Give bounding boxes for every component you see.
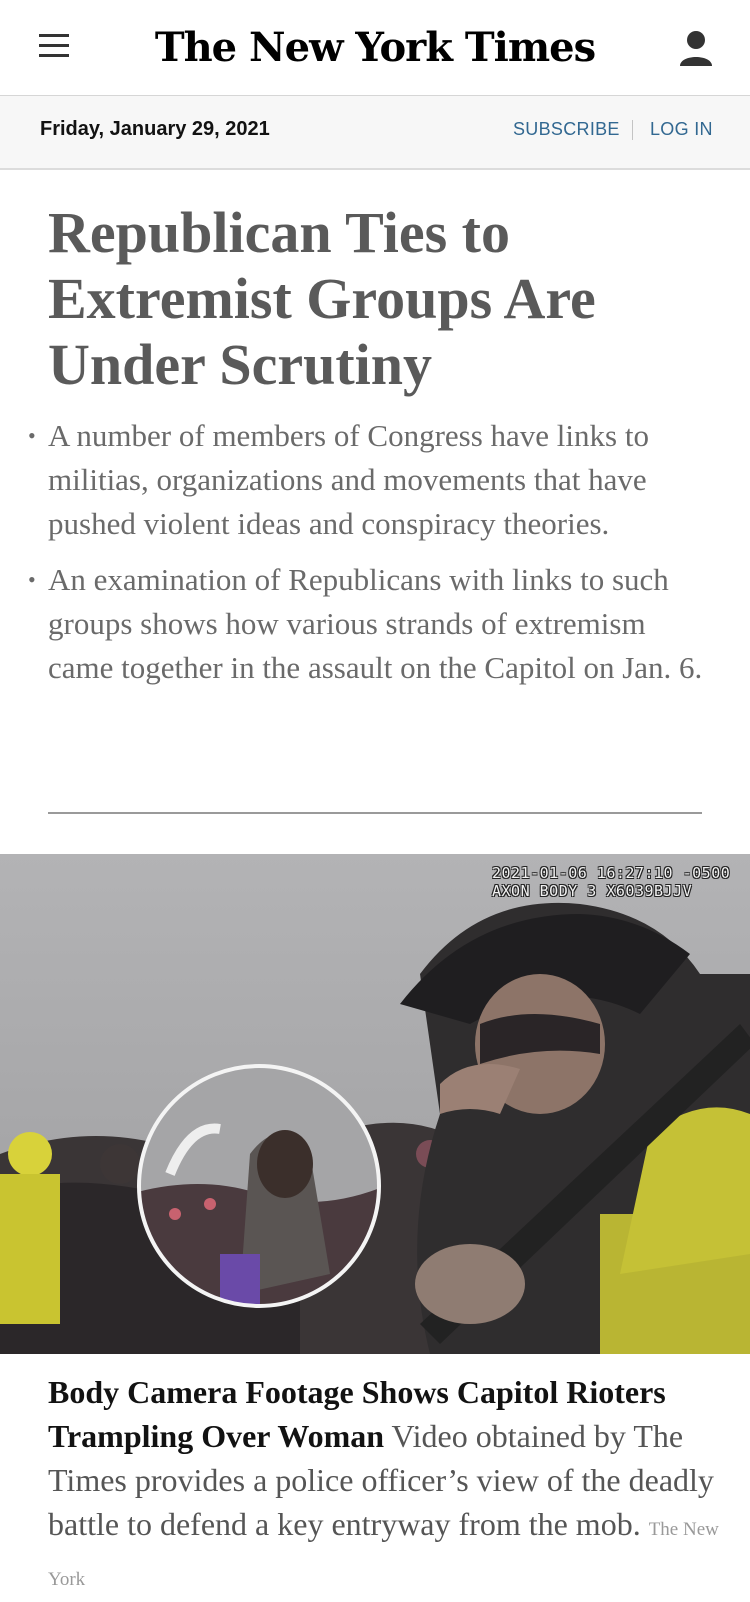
login-link[interactable]: LOG IN: [650, 119, 713, 140]
subscribe-link[interactable]: SUBSCRIBE: [513, 119, 620, 140]
section-divider: [48, 812, 702, 814]
summary-text-1: A number of members of Congress have lin…: [48, 418, 649, 541]
summary-bullet-2: • An examination of Republicans with lin…: [28, 558, 718, 690]
nyt-logo[interactable]: The New York Times: [155, 24, 596, 71]
second-story: Body Camera Footage Shows Capitol Rioter…: [48, 1370, 720, 1602]
bullet-icon: •: [28, 423, 36, 448]
summary-text-2: An examination of Republicans with links…: [48, 562, 703, 685]
nyt-logo-container: The New York Times: [0, 18, 750, 78]
story-photo[interactable]: 2021-01-06 16:27:10 -0500 AXON BODY 3 X6…: [0, 854, 750, 1354]
user-account-icon[interactable]: [678, 28, 714, 68]
bullet-icon: •: [28, 567, 36, 592]
date-bar: Friday, January 29, 2021 SUBSCRIBE LOG I…: [0, 96, 750, 170]
current-date: Friday, January 29, 2021: [40, 118, 270, 140]
lead-headline[interactable]: Republican Ties to Extremist Groups Are …: [48, 200, 708, 398]
timestamp-line: 2021-01-06 16:27:10 -0500: [492, 864, 731, 882]
photo-illustration: [0, 854, 750, 1354]
link-divider: [632, 120, 633, 140]
summary-bullet-1: • A number of members of Congress have l…: [28, 414, 718, 546]
hamburger-menu-icon[interactable]: [36, 34, 72, 62]
lead-summary-list: • A number of members of Congress have l…: [28, 414, 718, 702]
bodycam-timestamp: 2021-01-06 16:27:10 -0500 AXON BODY 3 X6…: [492, 864, 730, 900]
device-id-line: AXON BODY 3 X6039BJJV: [492, 882, 693, 900]
masthead: The New York Times: [0, 0, 750, 96]
